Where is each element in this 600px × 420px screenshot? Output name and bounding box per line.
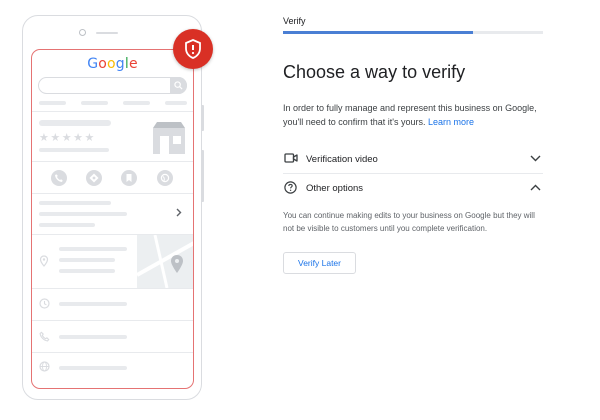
mock-tab-bar [39, 101, 66, 105]
page-title: Choose a way to verify [283, 62, 466, 82]
mock-text-line [59, 247, 127, 251]
mock-text-line [59, 258, 115, 262]
mock-action-save [121, 170, 137, 186]
map-graphic [137, 235, 193, 288]
mock-action-directions [86, 170, 102, 186]
stepper-progress-fill [283, 31, 473, 34]
divider [32, 320, 193, 321]
globe-icon [39, 361, 50, 372]
search-icon [174, 81, 183, 90]
stepper-progress-track [283, 31, 543, 34]
phone-side-button [201, 105, 204, 131]
mock-business-name [39, 120, 111, 126]
divider [32, 111, 193, 112]
video-camera-icon [284, 153, 298, 163]
shield-alert-icon [185, 39, 201, 59]
divider [32, 352, 193, 353]
bookmark-icon [126, 174, 132, 182]
mock-text-line [39, 212, 127, 216]
stepper-label: Verify [283, 16, 306, 26]
divider [32, 161, 193, 162]
storefront-icon [153, 122, 185, 154]
google-logo: Google [32, 55, 193, 72]
verify-later-button[interactable]: Verify Later [283, 252, 356, 274]
mock-tab-bar [81, 101, 108, 105]
option-label: Other options [306, 183, 364, 194]
learn-more-link[interactable]: Learn more [428, 117, 474, 127]
phone-earpiece [96, 32, 118, 34]
option-verification-video[interactable]: Verification video [283, 145, 543, 173]
chevron-down-icon[interactable] [530, 155, 541, 162]
phone-camera [79, 29, 86, 36]
divider [32, 288, 193, 289]
mock-text-line [39, 223, 95, 227]
chevron-right-icon [176, 208, 182, 217]
phone-screen: Google ★★★★★ [31, 49, 194, 389]
chevron-up-icon[interactable] [530, 184, 541, 191]
logo-letter: g [115, 56, 125, 72]
page-description: In order to fully manage and represent t… [283, 101, 545, 129]
divider [32, 193, 193, 194]
logo-letter: o [98, 56, 108, 72]
directions-icon [89, 173, 99, 183]
mock-text-line [59, 366, 127, 370]
other-options-note: You can continue making edits to your bu… [283, 211, 535, 233]
rating-stars: ★★★★★ [39, 132, 96, 144]
mock-text-line [59, 302, 127, 306]
logo-letter: e [128, 56, 138, 72]
mock-tab-bar [165, 101, 187, 105]
description-text: In order to fully manage and represent t… [283, 103, 537, 127]
phone-icon [39, 331, 50, 342]
help-circle-icon [284, 181, 297, 194]
phone-side-button [201, 150, 204, 202]
mock-search-button [170, 77, 187, 94]
location-pin-icon [39, 255, 49, 267]
mock-text-line [39, 148, 109, 152]
logo-letter: o [107, 56, 116, 72]
mock-search-bar [38, 77, 187, 94]
option-other-options[interactable]: Other options [283, 173, 543, 201]
mock-text-line [59, 335, 127, 339]
website-icon [160, 173, 170, 183]
option-label: Verification video [306, 154, 378, 165]
mock-action-website [157, 170, 173, 186]
mock-text-line [39, 201, 111, 205]
logo-letter: G [87, 56, 99, 72]
verification-alert-badge [173, 29, 213, 69]
clock-icon [39, 298, 50, 309]
mock-action-call [51, 170, 67, 186]
mock-text-line [59, 269, 115, 273]
phone-icon [55, 174, 63, 182]
mock-tab-bar [123, 101, 150, 105]
mock-map [137, 235, 193, 288]
